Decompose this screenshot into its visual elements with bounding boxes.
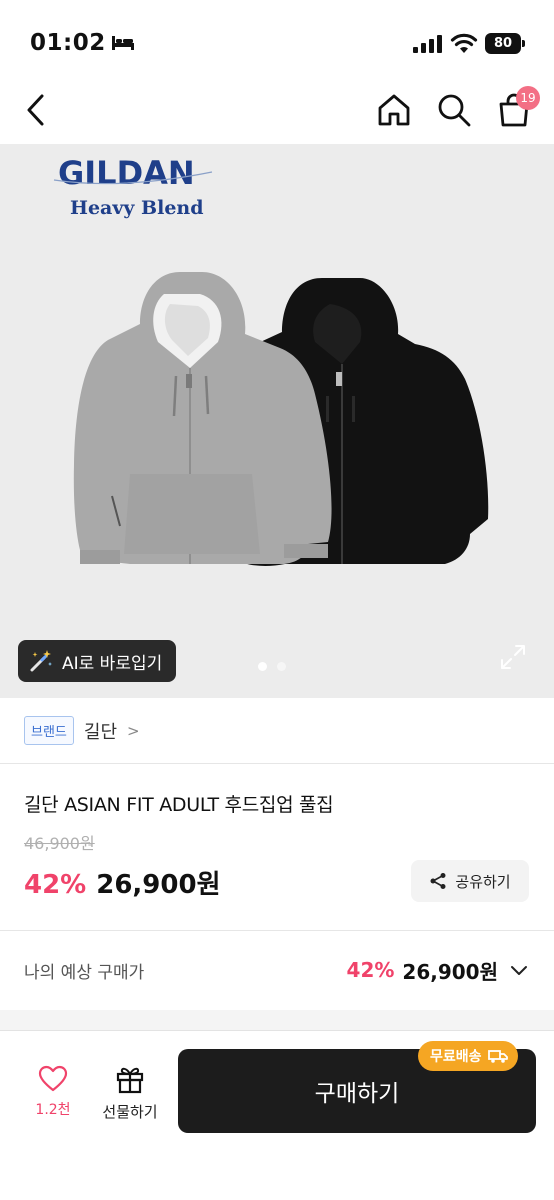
price-row: 42% 26,900원 <box>24 864 221 901</box>
carousel-dot-active[interactable] <box>258 662 267 671</box>
divider <box>0 930 554 931</box>
expected-discount: 42% <box>346 958 395 982</box>
battery-level: 80 <box>485 33 521 54</box>
expand-fullscreen-icon[interactable] <box>500 644 526 670</box>
bed-icon <box>112 36 134 50</box>
top-nav: 19 <box>0 78 554 144</box>
status-time: 01:02 <box>30 30 106 56</box>
logo-brand-text: GILDAN <box>58 154 195 192</box>
brand-tag: 브랜드 <box>24 716 74 745</box>
back-arrow-icon[interactable] <box>20 90 52 130</box>
brand-link-row[interactable]: 브랜드 길단 > <box>0 698 554 764</box>
search-icon[interactable] <box>434 90 474 130</box>
chevron-right-icon: > <box>127 721 140 740</box>
magic-wand-icon <box>30 650 52 672</box>
share-button[interactable]: 공유하기 <box>411 860 529 902</box>
status-bar: 01:02 80 <box>0 0 554 78</box>
expected-price-value: 42% 26,900원 <box>347 956 530 985</box>
carousel-indicator <box>258 662 286 671</box>
gift-icon <box>116 1067 144 1094</box>
cart-button[interactable]: 19 <box>494 86 544 132</box>
share-label: 공유하기 <box>455 872 511 891</box>
bottom-action-bar: 1.2천 선물하기 구매하기 무료배송 <box>0 1030 554 1200</box>
product-title: 길단 ASIAN FIT ADULT 후드집업 풀집 <box>24 794 334 816</box>
gift-label: 선물하기 <box>102 1103 158 1121</box>
truck-icon <box>487 1050 508 1063</box>
wifi-icon <box>450 33 478 53</box>
free-shipping-label: 무료배송 <box>430 1049 482 1065</box>
ai-try-on-button[interactable]: AI로 바로입기 <box>18 640 177 682</box>
heart-icon <box>38 1065 68 1092</box>
sale-price: 26,900원 <box>96 870 221 900</box>
cart-count-badge: 19 <box>516 86 540 110</box>
brand-name[interactable]: 길단 <box>84 718 117 744</box>
logo-sub-text: Heavy Blend <box>70 197 204 219</box>
battery-icon: 80 <box>485 33 525 54</box>
gildan-logo: GILDAN Heavy Blend <box>53 154 213 219</box>
buy-label: 구매하기 <box>314 1081 400 1107</box>
expected-price-row[interactable]: 나의 예상 구매가 42% 26,900원 <box>0 932 554 1008</box>
hoodies-product-photo <box>73 272 489 566</box>
like-count: 1.2천 <box>35 1102 71 1118</box>
free-shipping-badge: 무료배송 <box>418 1041 518 1071</box>
carousel-dot[interactable] <box>277 662 286 671</box>
expected-price: 26,900원 <box>402 959 498 984</box>
share-icon <box>430 873 446 889</box>
product-image-carousel[interactable]: GILDAN Heavy Blend AI로 바로입기 <box>0 144 554 698</box>
gift-button[interactable]: 선물하기 <box>92 1063 168 1122</box>
chevron-down-icon[interactable] <box>508 959 530 981</box>
discount-rate: 42% <box>24 870 87 900</box>
ai-try-on-label: AI로 바로입기 <box>62 653 163 674</box>
home-icon[interactable] <box>374 90 414 130</box>
original-price: 46,900원 <box>24 834 95 853</box>
expected-price-label: 나의 예상 구매가 <box>24 962 145 983</box>
like-button[interactable]: 1.2천 <box>20 1065 86 1119</box>
section-separator <box>0 1010 554 1030</box>
cellular-signal-icon <box>413 35 442 53</box>
